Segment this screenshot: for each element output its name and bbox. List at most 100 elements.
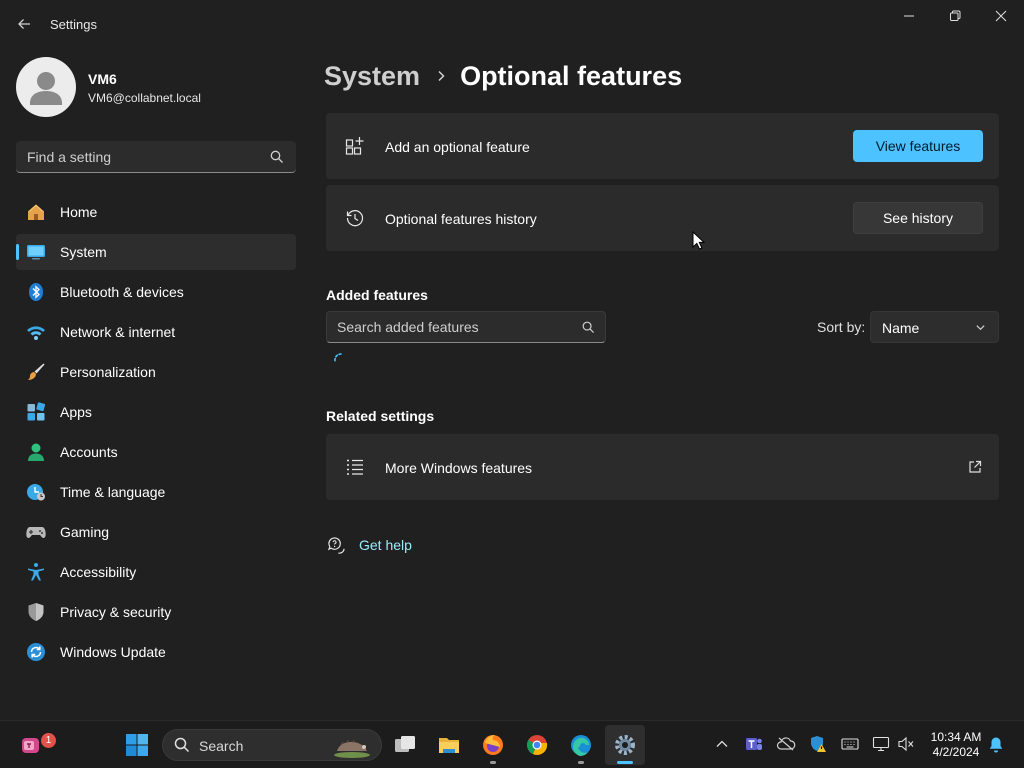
find-setting-input[interactable]: [16, 141, 266, 172]
sidebar-item-home[interactable]: Home: [16, 194, 296, 230]
task-view-icon: [395, 736, 415, 752]
wifi-icon: [26, 322, 46, 342]
settings-taskbar-button[interactable]: [605, 725, 645, 765]
page-title: Optional features: [460, 60, 683, 91]
search-icon[interactable]: [270, 150, 284, 164]
bluetooth-icon: [26, 282, 46, 302]
system-clock[interactable]: 10:34 AM 4/2/2024: [926, 730, 986, 760]
close-button[interactable]: [978, 0, 1024, 32]
search-highlight-icon: [334, 739, 370, 758]
shield-icon: [26, 602, 46, 622]
clock-date: 4/2/2024: [932, 745, 980, 759]
minimize-icon: [904, 15, 914, 17]
more-windows-features-card[interactable]: More Windows features: [326, 434, 999, 500]
close-icon: [995, 10, 1007, 22]
back-button[interactable]: [8, 8, 40, 40]
clock-globe-icon: [26, 482, 46, 502]
gear-icon: [615, 735, 635, 755]
sidebar-item-system[interactable]: System: [16, 234, 296, 270]
view-features-button[interactable]: View features: [853, 130, 983, 162]
chevron-right-icon: [436, 70, 446, 82]
notification-badge: 1: [41, 733, 56, 748]
optional-features-history-card: Optional features history See history: [326, 185, 999, 251]
search-added-features-input[interactable]: [327, 312, 577, 342]
windows-logo-icon: [126, 734, 148, 756]
teams-tray-icon[interactable]: [743, 733, 765, 755]
sidebar-item-gaming[interactable]: Gaming: [16, 514, 296, 550]
search-added-features-box: [326, 311, 606, 343]
chevron-up-icon[interactable]: [711, 733, 733, 755]
get-help-link[interactable]: Get help: [326, 535, 412, 555]
added-features-heading: Added features: [326, 287, 428, 303]
mouse-cursor-icon: [692, 231, 705, 250]
file-explorer-button[interactable]: [429, 725, 469, 765]
edge-button[interactable]: [561, 725, 601, 765]
clock-time: 10:34 AM: [930, 730, 982, 744]
sidebar-item-personalization[interactable]: Personalization: [16, 354, 296, 390]
get-help-label: Get help: [359, 537, 412, 553]
apps-icon: [26, 402, 46, 422]
sidebar-item-accounts[interactable]: Accounts: [16, 434, 296, 470]
user-email: VM6@collabnet.local: [88, 91, 201, 105]
restore-button[interactable]: [932, 0, 978, 32]
volume-muted-icon[interactable]: [895, 733, 917, 755]
accessibility-icon: [26, 562, 46, 582]
firefox-icon: [483, 735, 503, 755]
list-icon: [344, 456, 366, 478]
loading-spinner-icon: [334, 353, 342, 364]
see-history-button[interactable]: See history: [853, 202, 983, 234]
back-arrow-icon: [18, 19, 30, 29]
sidebar-item-bluetooth[interactable]: Bluetooth & devices: [16, 274, 296, 310]
sidebar-item-network[interactable]: Network & internet: [16, 314, 296, 350]
gamepad-icon: [26, 522, 46, 542]
onedrive-icon[interactable]: [775, 733, 797, 755]
home-icon: [26, 202, 46, 222]
related-settings-heading: Related settings: [326, 408, 435, 424]
more-windows-features-label: More Windows features: [385, 460, 533, 476]
task-view-button[interactable]: [385, 725, 425, 765]
add-feature-icon: [344, 135, 366, 157]
breadcrumb: System Optional features: [324, 58, 682, 94]
sidebar-item-windows-update[interactable]: Windows Update: [16, 634, 296, 670]
user-avatar-icon: [30, 72, 62, 105]
accounts-icon: [26, 442, 46, 462]
folder-icon: [439, 738, 459, 753]
widgets-button[interactable]: 1: [11, 725, 56, 765]
bell-icon[interactable]: [985, 733, 1007, 755]
keyboard-icon[interactable]: [839, 733, 861, 755]
find-setting-box: [16, 141, 296, 173]
sidebar-nav: Home System Bluetooth & devices Network …: [16, 194, 296, 674]
teams-chat-icon: [22, 738, 39, 753]
user-name: VM6: [88, 71, 117, 87]
firefox-button[interactable]: [473, 725, 513, 765]
sidebar-item-apps[interactable]: Apps: [16, 394, 296, 430]
sidebar-item-privacy[interactable]: Privacy & security: [16, 594, 296, 630]
minimize-button[interactable]: [886, 0, 932, 32]
chevron-down-icon: [976, 325, 985, 331]
taskbar-search-label: Search: [199, 738, 244, 754]
title-bar: Settings: [0, 0, 1024, 48]
system-icon: [26, 242, 46, 262]
add-feature-label: Add an optional feature: [385, 139, 530, 155]
update-icon: [26, 642, 46, 662]
chrome-button[interactable]: [517, 725, 557, 765]
edge-icon: [571, 735, 591, 756]
taskbar-search[interactable]: Search: [162, 729, 382, 761]
search-icon: [174, 737, 190, 753]
help-chat-icon: [326, 535, 346, 555]
sidebar-item-accessibility[interactable]: Accessibility: [16, 554, 296, 590]
restore-icon: [950, 10, 961, 21]
start-button[interactable]: [117, 725, 157, 765]
security-warning-icon[interactable]: [807, 733, 829, 755]
network-icon[interactable]: [870, 733, 892, 755]
user-profile[interactable]: VM6 VM6@collabnet.local: [16, 57, 296, 117]
search-icon[interactable]: [582, 321, 595, 334]
sidebar-item-time-language[interactable]: Time & language: [16, 474, 296, 510]
breadcrumb-parent[interactable]: System: [324, 61, 420, 92]
taskbar: 1 Search 10:34 AM 4/2/2024: [0, 720, 1024, 768]
external-link-icon: [968, 460, 982, 479]
avatar: [16, 57, 76, 117]
sort-by-dropdown[interactable]: Name: [870, 311, 999, 343]
history-label: Optional features history: [385, 211, 537, 227]
sort-by-value: Name: [882, 320, 920, 336]
